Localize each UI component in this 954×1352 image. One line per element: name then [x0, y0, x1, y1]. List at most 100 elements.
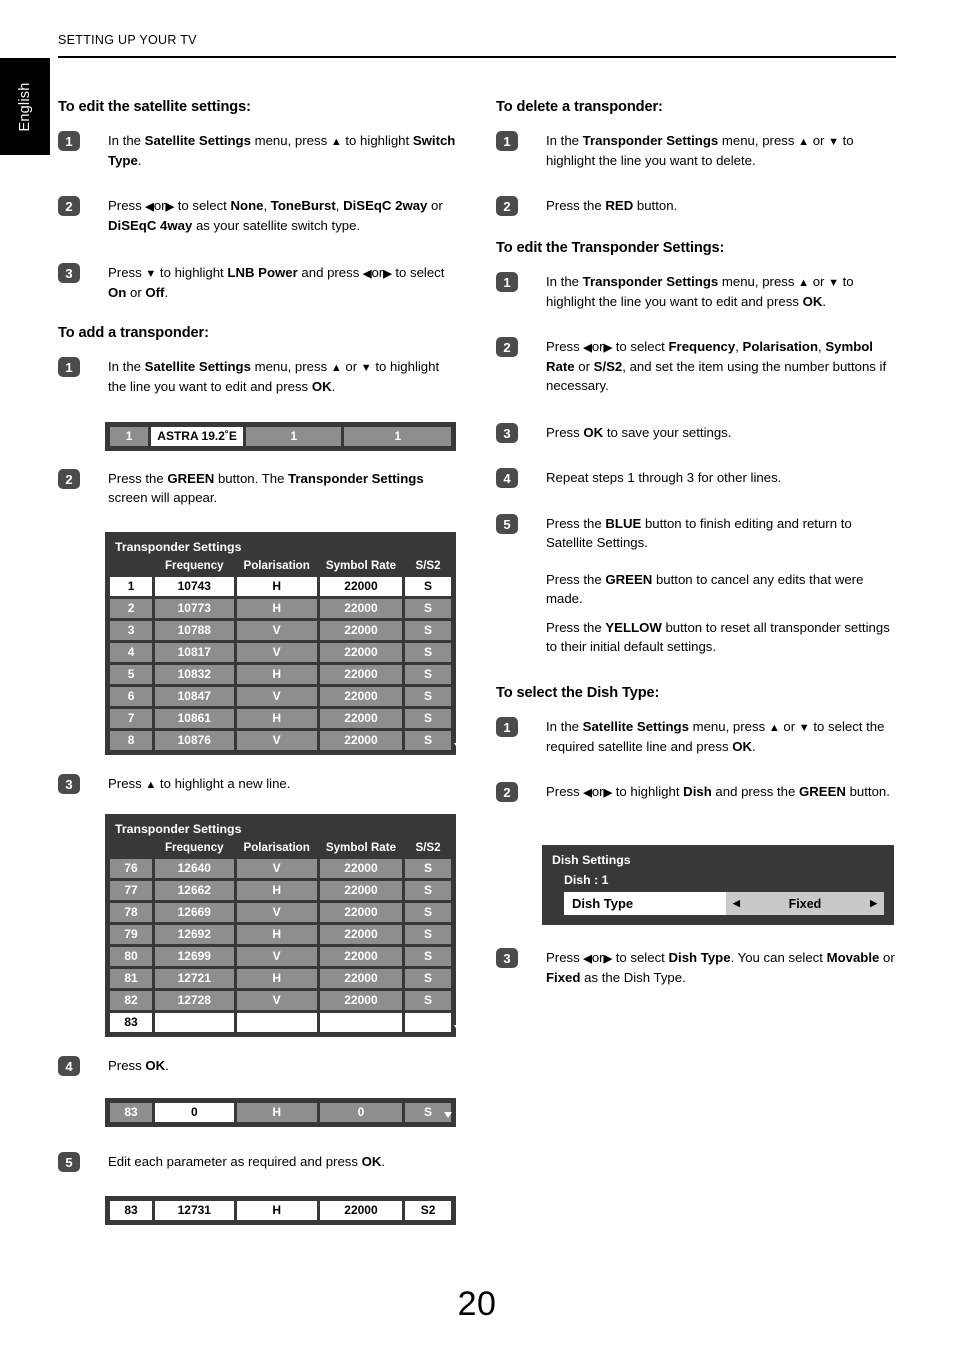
osd-cell: V — [236, 947, 317, 966]
osd-col-header-index — [110, 840, 152, 856]
osd-table-header-row: Frequency Polarisation Symbol Rate S/S2 — [110, 840, 451, 856]
osd-cell: H — [236, 665, 317, 684]
osd-cell: S — [405, 969, 451, 988]
osd-table-row[interactable]: 83 — [110, 1013, 462, 1032]
step-text: Press ◀or▶ to select Dish Type. You can … — [546, 950, 895, 985]
osd-table-row[interactable]: 77 12662 H 22000 S — [110, 881, 451, 900]
osd-cell: 22000 — [319, 665, 403, 684]
step-edit-sat-3: 3 Press ▼ to highlight LNB Power and pre… — [58, 263, 458, 302]
osd-cell: 12721 — [155, 969, 234, 988]
step-text: Press the BLUE button to finish editing … — [546, 516, 852, 551]
language-tab-label: English — [17, 82, 33, 131]
osd-table-row[interactable]: 3 10788 V 22000 S — [110, 621, 451, 640]
osd-cell: 12699 — [155, 947, 234, 966]
osd-cell: V — [236, 903, 317, 922]
osd-panel-title: Transponder Settings — [115, 540, 242, 554]
osd-col-header-frequency: Frequency — [164, 841, 224, 854]
step-text: In the Satellite Settings menu, press ▲ … — [108, 133, 456, 168]
osd-table-row[interactable]: 8 10876 V 22000 S — [110, 731, 462, 750]
osd-cell: 1 — [246, 427, 342, 446]
step-badge: 5 — [58, 1152, 80, 1172]
osd-table-body: 76 12640 V 22000 S 77 12662 H 22000 S 78 12669 V 2200… — [110, 859, 462, 1032]
right-arrow-icon[interactable]: ▶ — [870, 899, 877, 908]
scroll-down-arrow-icon — [454, 743, 462, 749]
osd-dish-type-row[interactable]: Dish Type ◀ Fixed ▶ — [564, 892, 884, 915]
osd-table-row[interactable]: 80 12699 V 22000 S — [110, 947, 451, 966]
osd-table-row[interactable]: 78 12669 V 22000 S — [110, 903, 451, 922]
osd-cell-index: 77 — [110, 881, 153, 900]
osd-table-row[interactable]: 81 12721 H 22000 S — [110, 969, 451, 988]
osd-table-row[interactable]: 4 10817 V 22000 S — [110, 643, 451, 662]
heading-delete-transponder: To delete a transponder: — [496, 99, 663, 115]
step-del-tp-1: 1 In the Transponder Settings menu, pres… — [496, 131, 896, 170]
osd-cell — [236, 1013, 317, 1032]
osd-cell-index: 4 — [110, 643, 153, 662]
osd-col-header-s-s2: S/S2 — [415, 559, 441, 572]
left-arrow-icon[interactable]: ◀ — [733, 899, 740, 908]
osd-cell: H — [236, 709, 317, 728]
osd-cell: 22000 — [319, 643, 403, 662]
osd-cell: 22000 — [319, 859, 403, 878]
osd-col-header-symbol-rate: Symbol Rate — [325, 841, 397, 854]
osd-cell: 0 — [155, 1103, 234, 1122]
osd-cell-index: 76 — [110, 859, 153, 878]
osd-cell: 22000 — [319, 881, 403, 900]
osd-cell: 12728 — [155, 991, 234, 1010]
step-badge: 2 — [58, 469, 80, 489]
osd-cell-satellite-name: ASTRA 19.2˚E — [151, 427, 244, 446]
osd-table-row[interactable]: 7 10861 H 22000 S — [110, 709, 451, 728]
osd-cell: H — [236, 1201, 317, 1220]
step-text: Press ▼ to highlight LNB Power and press… — [108, 265, 445, 300]
osd-cell-index: 5 — [110, 665, 153, 684]
step-badge: 2 — [58, 196, 80, 216]
osd-cell: 1 — [110, 427, 149, 446]
osd-table-row[interactable]: 79 12692 H 22000 S — [110, 925, 451, 944]
step-text: Press the RED button. — [546, 198, 678, 213]
osd-cell: 83 — [110, 1201, 153, 1220]
step-add-tp-1: 1 In the Satellite Settings menu, press … — [58, 357, 458, 396]
osd-dish-type-value[interactable]: ◀ Fixed ▶ — [725, 892, 884, 915]
osd-table-body: 1 10743 H 22000 S 2 10773 H 22000 S 3 10788 V 22000 S 4… — [110, 577, 462, 750]
osd-table-row[interactable]: 2 10773 H 22000 S — [110, 599, 451, 618]
osd-cell: S — [405, 881, 451, 900]
step-badge: 4 — [58, 1056, 80, 1076]
step-badge: 3 — [58, 263, 80, 283]
osd-table-row[interactable]: 1 10743 H 22000 S — [110, 577, 451, 596]
step-badge: 3 — [496, 423, 518, 443]
step-text: In the Transponder Settings menu, press … — [546, 274, 854, 309]
note-green-cancel: Press the GREEN button to cancel any edi… — [546, 572, 864, 607]
osd-cell — [319, 1013, 403, 1032]
osd-cell-index: 6 — [110, 687, 153, 706]
osd-table-header-row: Frequency Polarisation Symbol Rate S/S2 — [110, 558, 451, 574]
step-badge: 1 — [496, 272, 518, 292]
language-tab: English — [0, 58, 50, 155]
osd-cell: 22000 — [319, 947, 403, 966]
osd-cell: 22000 — [319, 925, 403, 944]
osd-table-row[interactable]: 6 10847 V 22000 S — [110, 687, 451, 706]
osd-cell: S — [405, 925, 451, 944]
step-text: Press ◀or▶ to select Frequency, Polarisa… — [546, 339, 887, 394]
osd-table-row[interactable]: 82 12728 V 22000 S — [110, 991, 451, 1010]
osd-col-header-symbol-rate: Symbol Rate — [325, 559, 397, 572]
step-badge: 4 — [496, 468, 518, 488]
osd-cell: S — [405, 709, 451, 728]
osd-cell: 22000 — [319, 903, 403, 922]
page-header-title: SETTING UP YOUR TV — [58, 33, 197, 47]
osd-cell: S — [405, 665, 451, 684]
osd-cell-index: 3 — [110, 621, 153, 640]
osd-table-row[interactable]: 5 10832 H 22000 S — [110, 665, 451, 684]
step-edit-tp-5: 5 Press the BLUE button to finish editin… — [496, 514, 896, 552]
osd-cell: S — [405, 599, 451, 618]
osd-cell: S — [405, 859, 451, 878]
step-badge: 1 — [496, 131, 518, 151]
step-del-tp-2: 2 Press the RED button. — [496, 196, 896, 216]
osd-cell: 1 — [344, 427, 452, 446]
osd-cell: 22000 — [319, 577, 403, 596]
osd-cell: 12640 — [155, 859, 234, 878]
osd-cell: S — [405, 731, 451, 750]
osd-cell: 22000 — [319, 731, 403, 750]
osd-cell: H — [236, 925, 317, 944]
osd-table-row[interactable]: 76 12640 V 22000 S — [110, 859, 451, 878]
osd-cell-index: 80 — [110, 947, 153, 966]
osd-cell: 10743 — [155, 577, 234, 596]
